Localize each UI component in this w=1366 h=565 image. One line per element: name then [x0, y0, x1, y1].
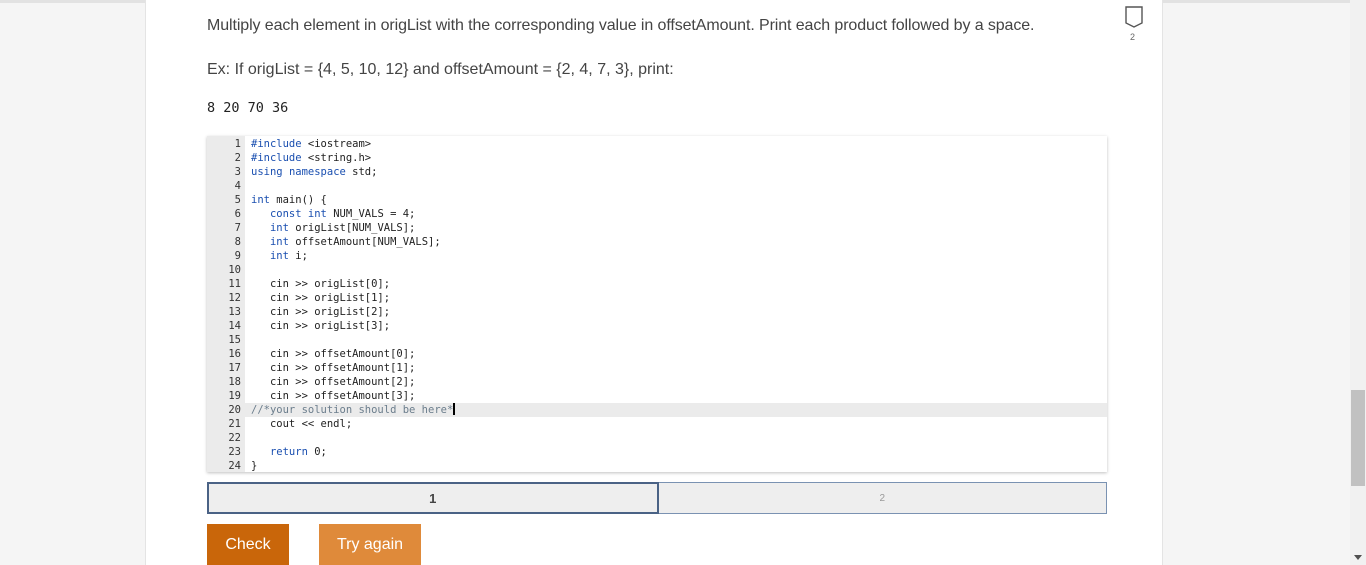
code-line[interactable]: 13 cin >> origList[2];: [207, 305, 1107, 319]
line-number: 19: [228, 390, 241, 402]
code-text[interactable]: int main() {: [251, 193, 327, 207]
code-text[interactable]: cin >> origList[1];: [251, 291, 390, 305]
line-number: 10: [228, 264, 241, 276]
check-button[interactable]: Check: [207, 524, 289, 565]
line-number: 3: [234, 166, 241, 178]
code-line[interactable]: 2 #include <string.h>: [207, 151, 1107, 165]
code-editor[interactable]: 1 #include <iostream> 2 #include <string.h>…: [207, 136, 1107, 472]
line-number: 23: [228, 446, 241, 458]
code-text[interactable]: cin >> origList[0];: [251, 277, 390, 291]
line-number: 11: [228, 278, 241, 290]
code-line[interactable]: 23 return 0;: [207, 445, 1107, 459]
progress-segment-2[interactable]: 2: [658, 482, 1107, 514]
question-example: Ex: If origList = {4, 5, 10, 12} and off…: [207, 61, 674, 78]
line-number: 8: [234, 236, 241, 248]
line-number: 14: [228, 320, 241, 332]
bookmark-flag-icon[interactable]: [1125, 6, 1143, 28]
question-prompt: Multiply each element in origList with t…: [207, 17, 1035, 34]
code-text[interactable]: using namespace std;: [251, 165, 377, 179]
code-line[interactable]: 9 int i;: [207, 249, 1107, 263]
code-line[interactable]: 15: [207, 333, 1107, 347]
code-text[interactable]: const int NUM_VALS = 4;: [251, 207, 415, 221]
code-line[interactable]: 6 const int NUM_VALS = 4;: [207, 207, 1107, 221]
line-number: 20: [228, 404, 241, 416]
code-line[interactable]: 10: [207, 263, 1107, 277]
line-number: 5: [234, 194, 241, 206]
code-line[interactable]: 16 cin >> offsetAmount[0];: [207, 347, 1107, 361]
expected-output: 8 20 70 36: [207, 100, 289, 116]
line-number: 15: [228, 334, 241, 346]
line-number: 18: [228, 376, 241, 388]
code-line[interactable]: 1 #include <iostream>: [207, 137, 1107, 151]
code-text[interactable]: cin >> offsetAmount[0];: [251, 347, 415, 361]
line-number: 17: [228, 362, 241, 374]
code-text[interactable]: //*your solution should be here*: [251, 403, 456, 417]
code-line[interactable]: 24}: [207, 459, 1107, 472]
line-number: 1: [234, 138, 241, 150]
line-number: 13: [228, 306, 241, 318]
line-number: 4: [234, 180, 241, 192]
code-line[interactable]: 4: [207, 179, 1107, 193]
code-line[interactable]: 20 //*your solution should be here*: [207, 403, 1107, 417]
progress-bar: 12: [207, 482, 1107, 514]
code-line[interactable]: 3 using namespace std;: [207, 165, 1107, 179]
code-text[interactable]: cin >> offsetAmount[2];: [251, 375, 415, 389]
line-number: 7: [234, 222, 241, 234]
code-text[interactable]: cin >> offsetAmount[1];: [251, 361, 415, 375]
line-number: 24: [228, 460, 241, 472]
scroll-down-arrow-icon[interactable]: [1354, 555, 1362, 560]
code-text[interactable]: cout << endl;: [251, 417, 352, 431]
text-cursor: [453, 403, 456, 415]
code-line[interactable]: 7 int origList[NUM_VALS];: [207, 221, 1107, 235]
try-again-button[interactable]: Try again: [319, 524, 421, 565]
code-text[interactable]: return 0;: [251, 445, 327, 459]
code-line[interactable]: 14 cin >> origList[3];: [207, 319, 1107, 333]
code-line[interactable]: 5 int main() {: [207, 193, 1107, 207]
code-line[interactable]: 8 int offsetAmount[NUM_VALS];: [207, 235, 1107, 249]
code-text[interactable]: }: [251, 459, 257, 472]
code-text[interactable]: cin >> origList[3];: [251, 319, 390, 333]
code-line[interactable]: 19 cin >> offsetAmount[3];: [207, 389, 1107, 403]
line-number: 16: [228, 348, 241, 360]
code-text[interactable]: int offsetAmount[NUM_VALS];: [251, 235, 441, 249]
code-text[interactable]: int i;: [251, 249, 308, 263]
line-number: 21: [228, 418, 241, 430]
line-number: 22: [228, 432, 241, 444]
progress-segment-1[interactable]: 1: [207, 482, 659, 514]
code-text[interactable]: cin >> offsetAmount[3];: [251, 389, 415, 403]
line-number: 12: [228, 292, 241, 304]
code-lines[interactable]: 1 #include <iostream> 2 #include <string.h>…: [207, 137, 1107, 472]
code-line[interactable]: 17 cin >> offsetAmount[1];: [207, 361, 1107, 375]
code-text[interactable]: cin >> origList[2];: [251, 305, 390, 319]
code-line[interactable]: 22: [207, 431, 1107, 445]
line-number: 6: [234, 208, 241, 220]
code-line[interactable]: 18 cin >> offsetAmount[2];: [207, 375, 1107, 389]
code-text[interactable]: #include <string.h>: [251, 151, 371, 165]
code-line[interactable]: 21 cout << endl;: [207, 417, 1107, 431]
scrollbar-thumb[interactable]: [1351, 390, 1365, 486]
line-number: 2: [234, 152, 241, 164]
code-text[interactable]: #include <iostream>: [251, 137, 371, 151]
code-line[interactable]: 12 cin >> origList[1];: [207, 291, 1107, 305]
code-text[interactable]: int origList[NUM_VALS];: [251, 221, 415, 235]
line-number: 9: [234, 250, 241, 262]
code-line[interactable]: 11 cin >> origList[0];: [207, 277, 1107, 291]
flag-count: 2: [1130, 32, 1136, 42]
